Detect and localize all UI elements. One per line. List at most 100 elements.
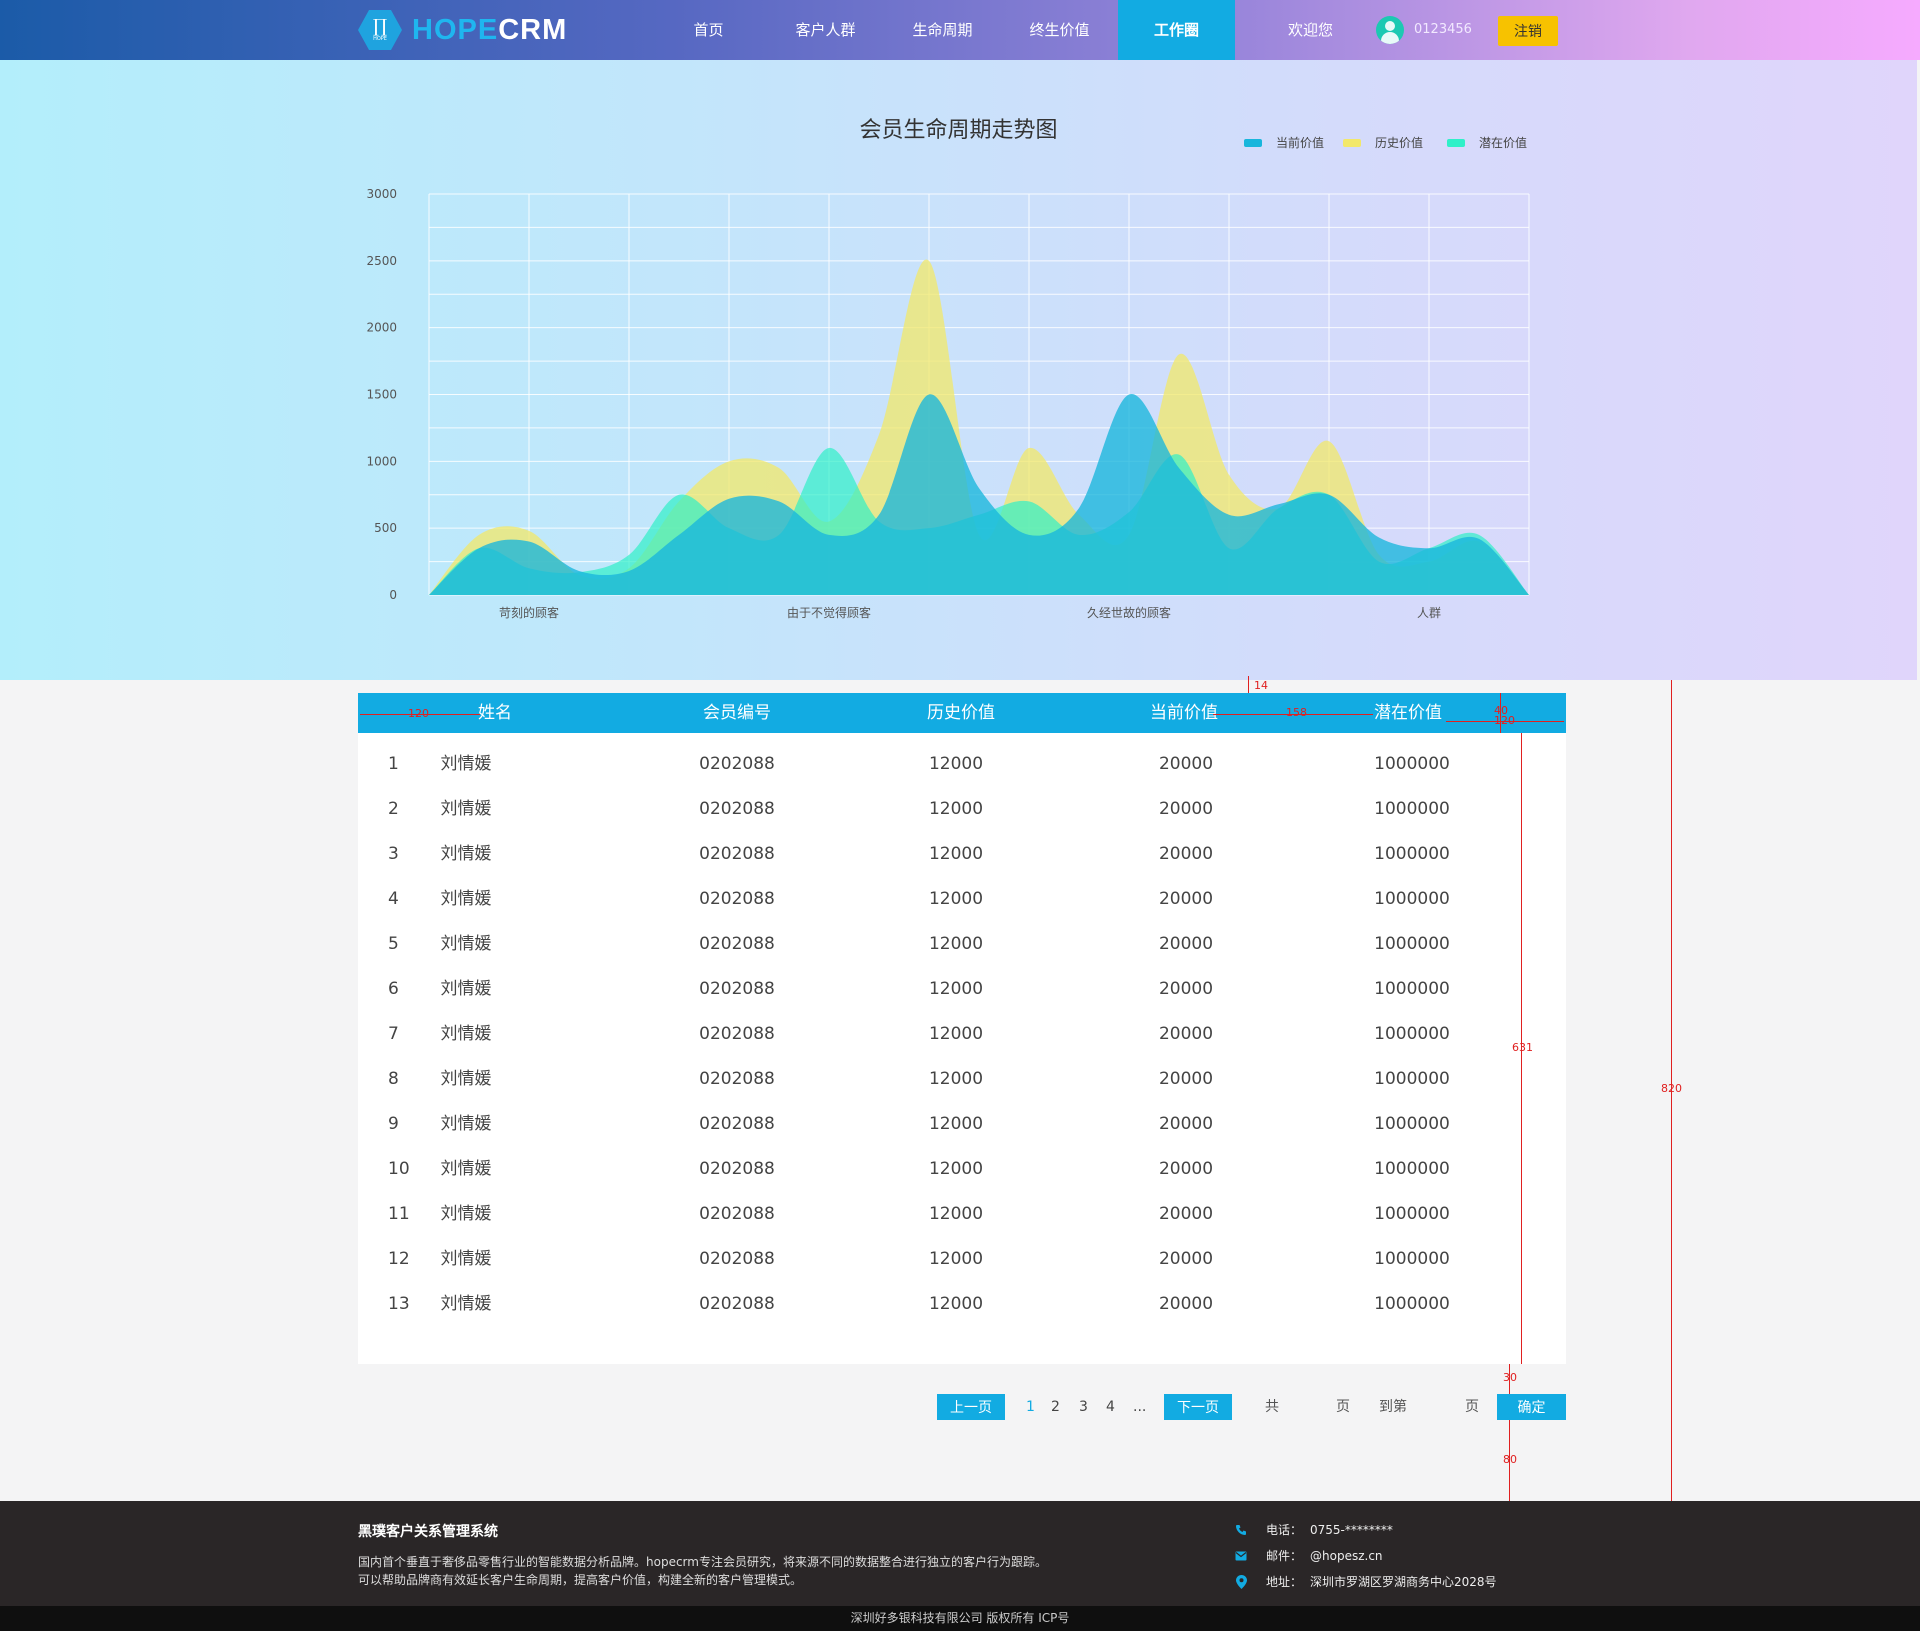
cell-index: 13 — [388, 1294, 410, 1314]
cell-member-id: 0202088 — [699, 1204, 775, 1224]
cell-potential-value: 1000000 — [1374, 1024, 1450, 1044]
cell-potential-value: 1000000 — [1374, 844, 1450, 864]
cell-name: 刘情媛 — [440, 1024, 492, 1044]
measure-label: 158 — [1286, 706, 1307, 719]
y-tick-label: 0 — [389, 588, 397, 602]
page-3[interactable]: 3 — [1079, 1394, 1088, 1420]
th-potential-value[interactable]: 潜在价值 — [1374, 693, 1442, 733]
footer-title: 黑璞客户关系管理系统 — [358, 1524, 498, 1540]
table-row[interactable]: 11 刘情媛 0202088 12000 20000 1000000 — [358, 1192, 1566, 1237]
nav-work-circle[interactable]: 工作圈 — [1118, 0, 1235, 60]
logo-small-text: HOPE — [373, 36, 387, 42]
cell-current-value: 20000 — [1158, 799, 1214, 819]
logout-button[interactable]: 注销 — [1498, 16, 1558, 46]
nav-lifetime-value[interactable]: 终生价值 — [1001, 0, 1118, 60]
logo-text: HOPECRM — [412, 14, 567, 47]
total-pages-suffix: 页 — [1336, 1399, 1350, 1415]
y-tick-label: 3000 — [366, 187, 397, 201]
next-page-button[interactable]: 下一页 — [1164, 1394, 1232, 1420]
cell-name: 刘情媛 — [440, 799, 492, 819]
welcome-text: 欢迎您 — [1288, 21, 1334, 39]
cell-name: 刘情媛 — [440, 1204, 492, 1224]
cell-index: 3 — [388, 844, 399, 864]
cell-name: 刘情媛 — [440, 844, 492, 864]
legend-label-current: 当前价值 — [1276, 136, 1325, 150]
table-row[interactable]: 2 刘情媛 0202088 12000 20000 1000000 — [358, 787, 1566, 832]
cell-name: 刘情媛 — [440, 1069, 492, 1089]
cell-member-id: 0202088 — [699, 1249, 775, 1269]
measure-label: 80 — [1503, 1453, 1517, 1466]
table-row[interactable]: 5 刘情媛 0202088 12000 20000 1000000 — [358, 922, 1566, 967]
cell-member-id: 0202088 — [699, 1024, 775, 1044]
cell-member-id: 0202088 — [699, 1069, 775, 1089]
table-row[interactable]: 10 刘情媛 0202088 12000 20000 1000000 — [358, 1147, 1566, 1192]
goto-page-input[interactable] — [1412, 1395, 1458, 1419]
cell-name: 刘情媛 — [440, 1159, 492, 1179]
legend-history[interactable]: 历史价值 — [1343, 134, 1423, 151]
measure-label: 30 — [1503, 1371, 1517, 1384]
cell-potential-value: 1000000 — [1374, 1204, 1450, 1224]
nav-customer-groups[interactable]: 客户人群 — [767, 0, 884, 60]
footer-email: 邮件： @hopesz.cn — [1234, 1547, 1383, 1564]
measure-label: 120 — [408, 707, 429, 720]
cell-name: 刘情媛 — [440, 1249, 492, 1269]
page-2[interactable]: 2 — [1051, 1394, 1060, 1420]
legend-swatch-history — [1343, 138, 1361, 147]
pagination: 上一页 1 2 3 4 ... 下一页 共 页 到第 页 确定 — [0, 1394, 1920, 1422]
footer-description: 国内首个垂直于奢侈品零售行业的智能数据分析品牌。hopecrm专注会员研究，将来… — [358, 1553, 1047, 1589]
table-row[interactable]: 13 刘情媛 0202088 12000 20000 1000000 — [358, 1282, 1566, 1327]
table-row[interactable]: 9 刘情媛 0202088 12000 20000 1000000 — [358, 1102, 1566, 1147]
cell-potential-value: 1000000 — [1374, 1294, 1450, 1314]
user-id: 0123456 — [1414, 22, 1472, 37]
table-row[interactable]: 4 刘情媛 0202088 12000 20000 1000000 — [358, 877, 1566, 922]
th-current-value[interactable]: 当前价值 — [1150, 693, 1218, 733]
cell-current-value: 20000 — [1158, 1069, 1214, 1089]
email-value[interactable]: @hopesz.cn — [1310, 1549, 1383, 1563]
cell-potential-value: 1000000 — [1374, 799, 1450, 819]
chart-section: 会员生命周期走势图 0 500 1000 1500 2000 2500 3000 苛刻的顾客由… — [0, 60, 1917, 680]
nav-lifecycle[interactable]: 生命周期 — [884, 0, 1001, 60]
legend-current[interactable]: 当前价值 — [1244, 134, 1324, 151]
address-value: 深圳市罗湖区罗湖商务中心2028号 — [1310, 1575, 1497, 1589]
lifecycle-area-chart: 0 500 1000 1500 2000 2500 3000 苛刻的顾客 由于不觉得顾客 久经世故… — [366, 187, 1530, 620]
table-row[interactable]: 1 刘情媛 0202088 12000 20000 1000000 — [358, 742, 1566, 787]
page-1[interactable]: 1 — [1026, 1394, 1035, 1420]
cell-current-value: 20000 — [1158, 844, 1214, 864]
th-member-id[interactable]: 会员编号 — [703, 693, 771, 733]
nav-home[interactable]: 首页 — [650, 0, 767, 60]
th-history-value[interactable]: 历史价值 — [927, 693, 995, 733]
cell-history-value: 12000 — [928, 934, 984, 954]
prev-page-button[interactable]: 上一页 — [937, 1394, 1005, 1420]
legend-label-history: 历史价值 — [1375, 136, 1424, 150]
page-4[interactable]: 4 — [1106, 1394, 1115, 1420]
table-row[interactable]: 7 刘情媛 0202088 12000 20000 1000000 — [358, 1012, 1566, 1057]
table-row[interactable]: 3 刘情媛 0202088 12000 20000 1000000 — [358, 832, 1566, 877]
cell-potential-value: 1000000 — [1374, 1159, 1450, 1179]
cell-member-id: 0202088 — [699, 1159, 775, 1179]
logo[interactable]: ∏ HOPE HOPECRM — [358, 9, 567, 51]
table-row[interactable]: 6 刘情媛 0202088 12000 20000 1000000 — [358, 967, 1566, 1012]
cell-index: 1 — [388, 754, 399, 774]
footer: 黑璞客户关系管理系统 国内首个垂直于奢侈品零售行业的智能数据分析品牌。hopec… — [0, 1501, 1920, 1606]
cell-history-value: 12000 — [928, 889, 984, 909]
cell-index: 12 — [388, 1249, 410, 1269]
cell-potential-value: 1000000 — [1374, 889, 1450, 909]
table-row[interactable]: 12 刘情媛 0202088 12000 20000 1000000 — [358, 1237, 1566, 1282]
avatar[interactable] — [1376, 16, 1404, 44]
footer-address: 地址： 深圳市罗湖区罗湖商务中心2028号 — [1234, 1573, 1497, 1590]
cell-history-value: 12000 — [928, 844, 984, 864]
cell-member-id: 0202088 — [699, 1294, 775, 1314]
cell-potential-value: 1000000 — [1374, 979, 1450, 999]
copyright-bar: 深圳好多银科技有限公司 版权所有 ICP号 — [0, 1606, 1920, 1631]
confirm-page-button[interactable]: 确定 — [1497, 1394, 1566, 1420]
logo-text-hope: HOPE — [412, 13, 499, 46]
footer-desc-line: 可以帮助品牌商有效延长客户生命周期，提高客户价值，构建全新的客户管理模式。 — [358, 1573, 803, 1587]
cell-member-id: 0202088 — [699, 799, 775, 819]
cell-current-value: 20000 — [1158, 754, 1214, 774]
measure-label: 14 — [1254, 679, 1268, 692]
cell-current-value: 20000 — [1158, 979, 1214, 999]
table-row[interactable]: 8 刘情媛 0202088 12000 20000 1000000 — [358, 1057, 1566, 1102]
legend-potential[interactable]: 潜在价值 — [1447, 134, 1527, 151]
cell-member-id: 0202088 — [699, 934, 775, 954]
th-name[interactable]: 姓名 — [478, 693, 512, 733]
